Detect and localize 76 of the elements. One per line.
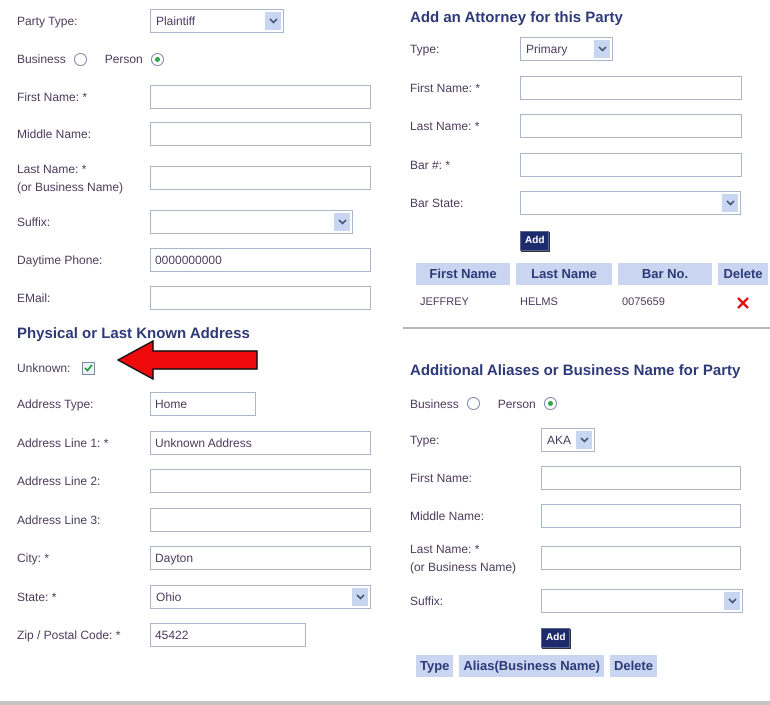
table-cell-text: JEFFREY <box>419 295 470 310</box>
field-label: Middle Name: <box>410 508 486 524</box>
column-header: First Name <box>416 262 510 284</box>
field-label: Bar State: <box>410 195 464 212</box>
field-label: Last Name: * <box>410 118 480 136</box>
input-field[interactable] <box>150 166 371 190</box>
radio-label: Person <box>498 396 536 412</box>
input-field[interactable] <box>520 76 742 100</box>
table-cell-text: HELMS <box>519 295 559 310</box>
field-label: Address Type: <box>17 396 94 414</box>
field-label: Address Line 3: <box>17 512 102 529</box>
radio-button[interactable] <box>150 52 164 66</box>
radio-button[interactable] <box>74 52 87 66</box>
input-field[interactable] <box>541 466 741 490</box>
field-label: Last Name: * <box>410 540 480 558</box>
input-field[interactable] <box>150 469 371 494</box>
input-field[interactable]: Home <box>150 392 256 416</box>
add-button[interactable]: Add <box>541 628 570 648</box>
input-field[interactable] <box>150 122 371 146</box>
checkbox[interactable] <box>82 362 96 374</box>
field-label: Bar #: * <box>410 156 452 174</box>
radio-label: Person <box>104 51 143 68</box>
input-field[interactable] <box>520 114 742 138</box>
column-header: Type <box>416 654 454 676</box>
add-button[interactable]: Add <box>520 230 550 250</box>
column-header: Delete <box>610 654 657 676</box>
column-header: Alias(Business Name) <box>459 654 604 676</box>
select-field[interactable] <box>150 210 353 234</box>
field-label: Party Type: <box>17 13 78 30</box>
field-label: First Name: * <box>17 88 88 106</box>
column-header: Bar No. <box>618 262 712 284</box>
field-label: Suffix: <box>17 214 52 231</box>
input-field[interactable] <box>541 504 741 528</box>
field-label: Type: <box>410 41 440 58</box>
field-label: Type: <box>410 432 440 448</box>
input-field[interactable] <box>520 152 742 177</box>
input-field[interactable]: Dayton <box>150 546 371 570</box>
select-field[interactable]: Ohio <box>150 584 371 609</box>
delete-icon[interactable] <box>736 296 750 310</box>
section-heading: Add an Attorney for this Party <box>410 8 623 28</box>
field-label: Address Line 2: <box>17 473 102 490</box>
field-label: Suffix: <box>410 592 444 610</box>
select-field[interactable] <box>520 191 741 216</box>
field-label: Address Line 1: * <box>17 434 110 452</box>
radio-button[interactable] <box>544 397 557 410</box>
select-field[interactable] <box>541 588 743 612</box>
input-field[interactable]: 45422 <box>150 623 306 648</box>
input-field[interactable]: Unknown Address <box>150 430 371 455</box>
field-label: Last Name: * <box>17 161 88 178</box>
field-label: First Name: * <box>410 80 482 97</box>
input-field[interactable] <box>150 286 371 310</box>
field-label: State: * <box>17 588 58 606</box>
column-header: Last Name <box>516 262 612 284</box>
select-field[interactable]: AKA <box>541 428 595 452</box>
field-label: Unknown: <box>17 360 70 377</box>
radio-label: Business <box>410 396 459 412</box>
field-note: (or Business Name) <box>17 179 124 196</box>
input-field[interactable] <box>541 546 741 570</box>
input-field[interactable]: 0000000000 <box>150 248 371 272</box>
field-label: City: * <box>17 550 50 568</box>
field-label: Middle Name: <box>17 126 92 143</box>
select-field[interactable]: Plaintiff <box>150 9 284 33</box>
section-heading: Additional Aliases or Business Name for Party <box>410 361 740 382</box>
radio-label: Business <box>17 51 66 68</box>
field-label: Zip / Postal Code: * <box>17 627 122 644</box>
section-heading: Physical or Last Known Address <box>17 324 250 344</box>
field-note: (or Business Name) <box>410 558 518 576</box>
radio-button[interactable] <box>466 397 480 410</box>
field-label: EMail: <box>17 290 52 307</box>
table-cell-text: 0075659 <box>621 295 666 310</box>
input-field[interactable] <box>150 508 371 532</box>
select-field[interactable]: Primary <box>520 37 613 62</box>
column-header: Delete <box>718 262 768 284</box>
field-label: First Name: <box>410 470 474 486</box>
input-field[interactable] <box>150 84 371 108</box>
field-label: Daytime Phone: <box>17 252 104 269</box>
